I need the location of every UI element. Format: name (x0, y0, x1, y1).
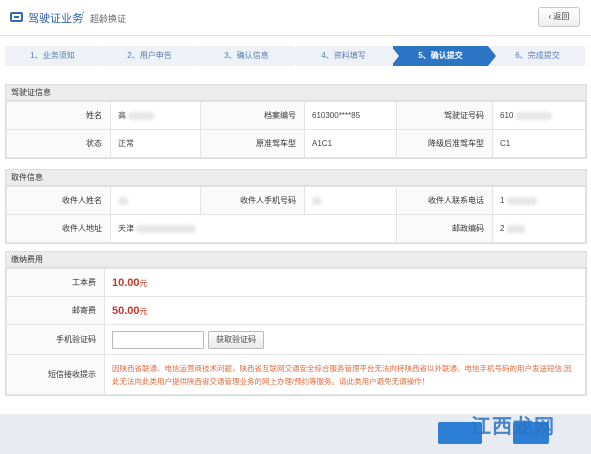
cost-value: 10.00元 (104, 268, 586, 297)
recv-name-label: 收件人姓名 (6, 186, 111, 215)
step-2: 2、用户申告 (102, 46, 205, 66)
postage-value: 50.00元 (104, 296, 586, 325)
sms-code-label: 手机验证码 (6, 324, 105, 355)
status-value: 正常 (110, 129, 201, 158)
section-title: 缴纳费用 (6, 252, 586, 268)
step-5-current: 5、确认提交 (393, 46, 496, 66)
notice-text: 因陕西省联通、电信运营商技术问题，陕西省互联网交通安全综合服务管理平台无法向持陕… (112, 363, 572, 386)
recv-name-value (110, 186, 201, 215)
postcode-label: 邮政编码 (396, 214, 493, 243)
recv-contact-label: 收件人联系电话 (396, 186, 493, 215)
license-no-value: 610 (492, 101, 586, 130)
back-button[interactable]: ‹ 返回 (538, 7, 580, 27)
cost-label: 工本费 (6, 268, 105, 297)
file-no-label: 档案编号 (200, 101, 305, 130)
orig-class-value: A1C1 (304, 129, 397, 158)
orig-class-label: 原准驾车型 (200, 129, 305, 158)
down-class-label: 降级后准驾车型 (396, 129, 493, 158)
sms-code-input[interactable] (112, 330, 204, 349)
recv-phone-label: 收件人手机号码 (200, 186, 305, 215)
recv-addr-value: 天津 (110, 214, 397, 243)
breadcrumb-subtitle: 超龄换证 (90, 14, 127, 24)
recv-phone-value (304, 186, 397, 215)
site-watermark: 江西龙网 (471, 416, 555, 438)
step-3: 3、确认信息 (199, 46, 302, 66)
sms-code-cell: 获取验证码 (104, 324, 586, 355)
license-no-label: 驾驶证号码 (396, 101, 493, 130)
pickup-info-section: 取件信息 收件人姓名 收件人手机号码 收件人联系电话 1 收件人地址 天津 邮政… (5, 169, 587, 244)
step-6: 6、完成提交 (490, 46, 585, 66)
breadcrumb-separator: / (81, 10, 85, 22)
file-no-value: 610300****85 (304, 101, 397, 130)
section-title: 驾驶证信息 (6, 85, 586, 101)
id-card-icon (10, 12, 23, 22)
recv-addr-label: 收件人地址 (6, 214, 111, 243)
postcode-value: 2 (492, 214, 586, 243)
step-4: 4、资料填写 (296, 46, 399, 66)
status-label: 状态 (6, 129, 111, 158)
license-info-section: 驾驶证信息 姓名 高 档案编号 610300****85 驾驶证号码 610 状… (5, 84, 587, 159)
page-title: 驾驶证业务 (28, 13, 83, 25)
fees-section: 缴纳费用 工本费 10.00元 邮寄费 50.00元 手机验证码 获取验证码 短… (5, 251, 587, 396)
step-progress: 1、业务须知 2、用户申告 3、确认信息 4、资料填写 5、确认提交 6、完成提… (5, 46, 587, 66)
name-value: 高 (110, 101, 201, 130)
get-code-button[interactable]: 获取验证码 (208, 330, 264, 349)
section-title: 取件信息 (6, 170, 586, 186)
recv-contact-value: 1 (492, 186, 586, 215)
down-class-value: C1 (492, 129, 586, 158)
notice-label: 短信接收提示 (6, 354, 105, 395)
name-label: 姓名 (6, 101, 111, 130)
page-header: 驾驶证业务 / 超龄换证 ‹ 返回 (0, 0, 591, 36)
step-1: 1、业务须知 (5, 46, 108, 66)
postage-label: 邮寄费 (6, 296, 105, 325)
notice-cell: 因陕西省联通、电信运营商技术问题，陕西省互联网交通安全综合服务管理平台无法向持陕… (104, 354, 586, 395)
